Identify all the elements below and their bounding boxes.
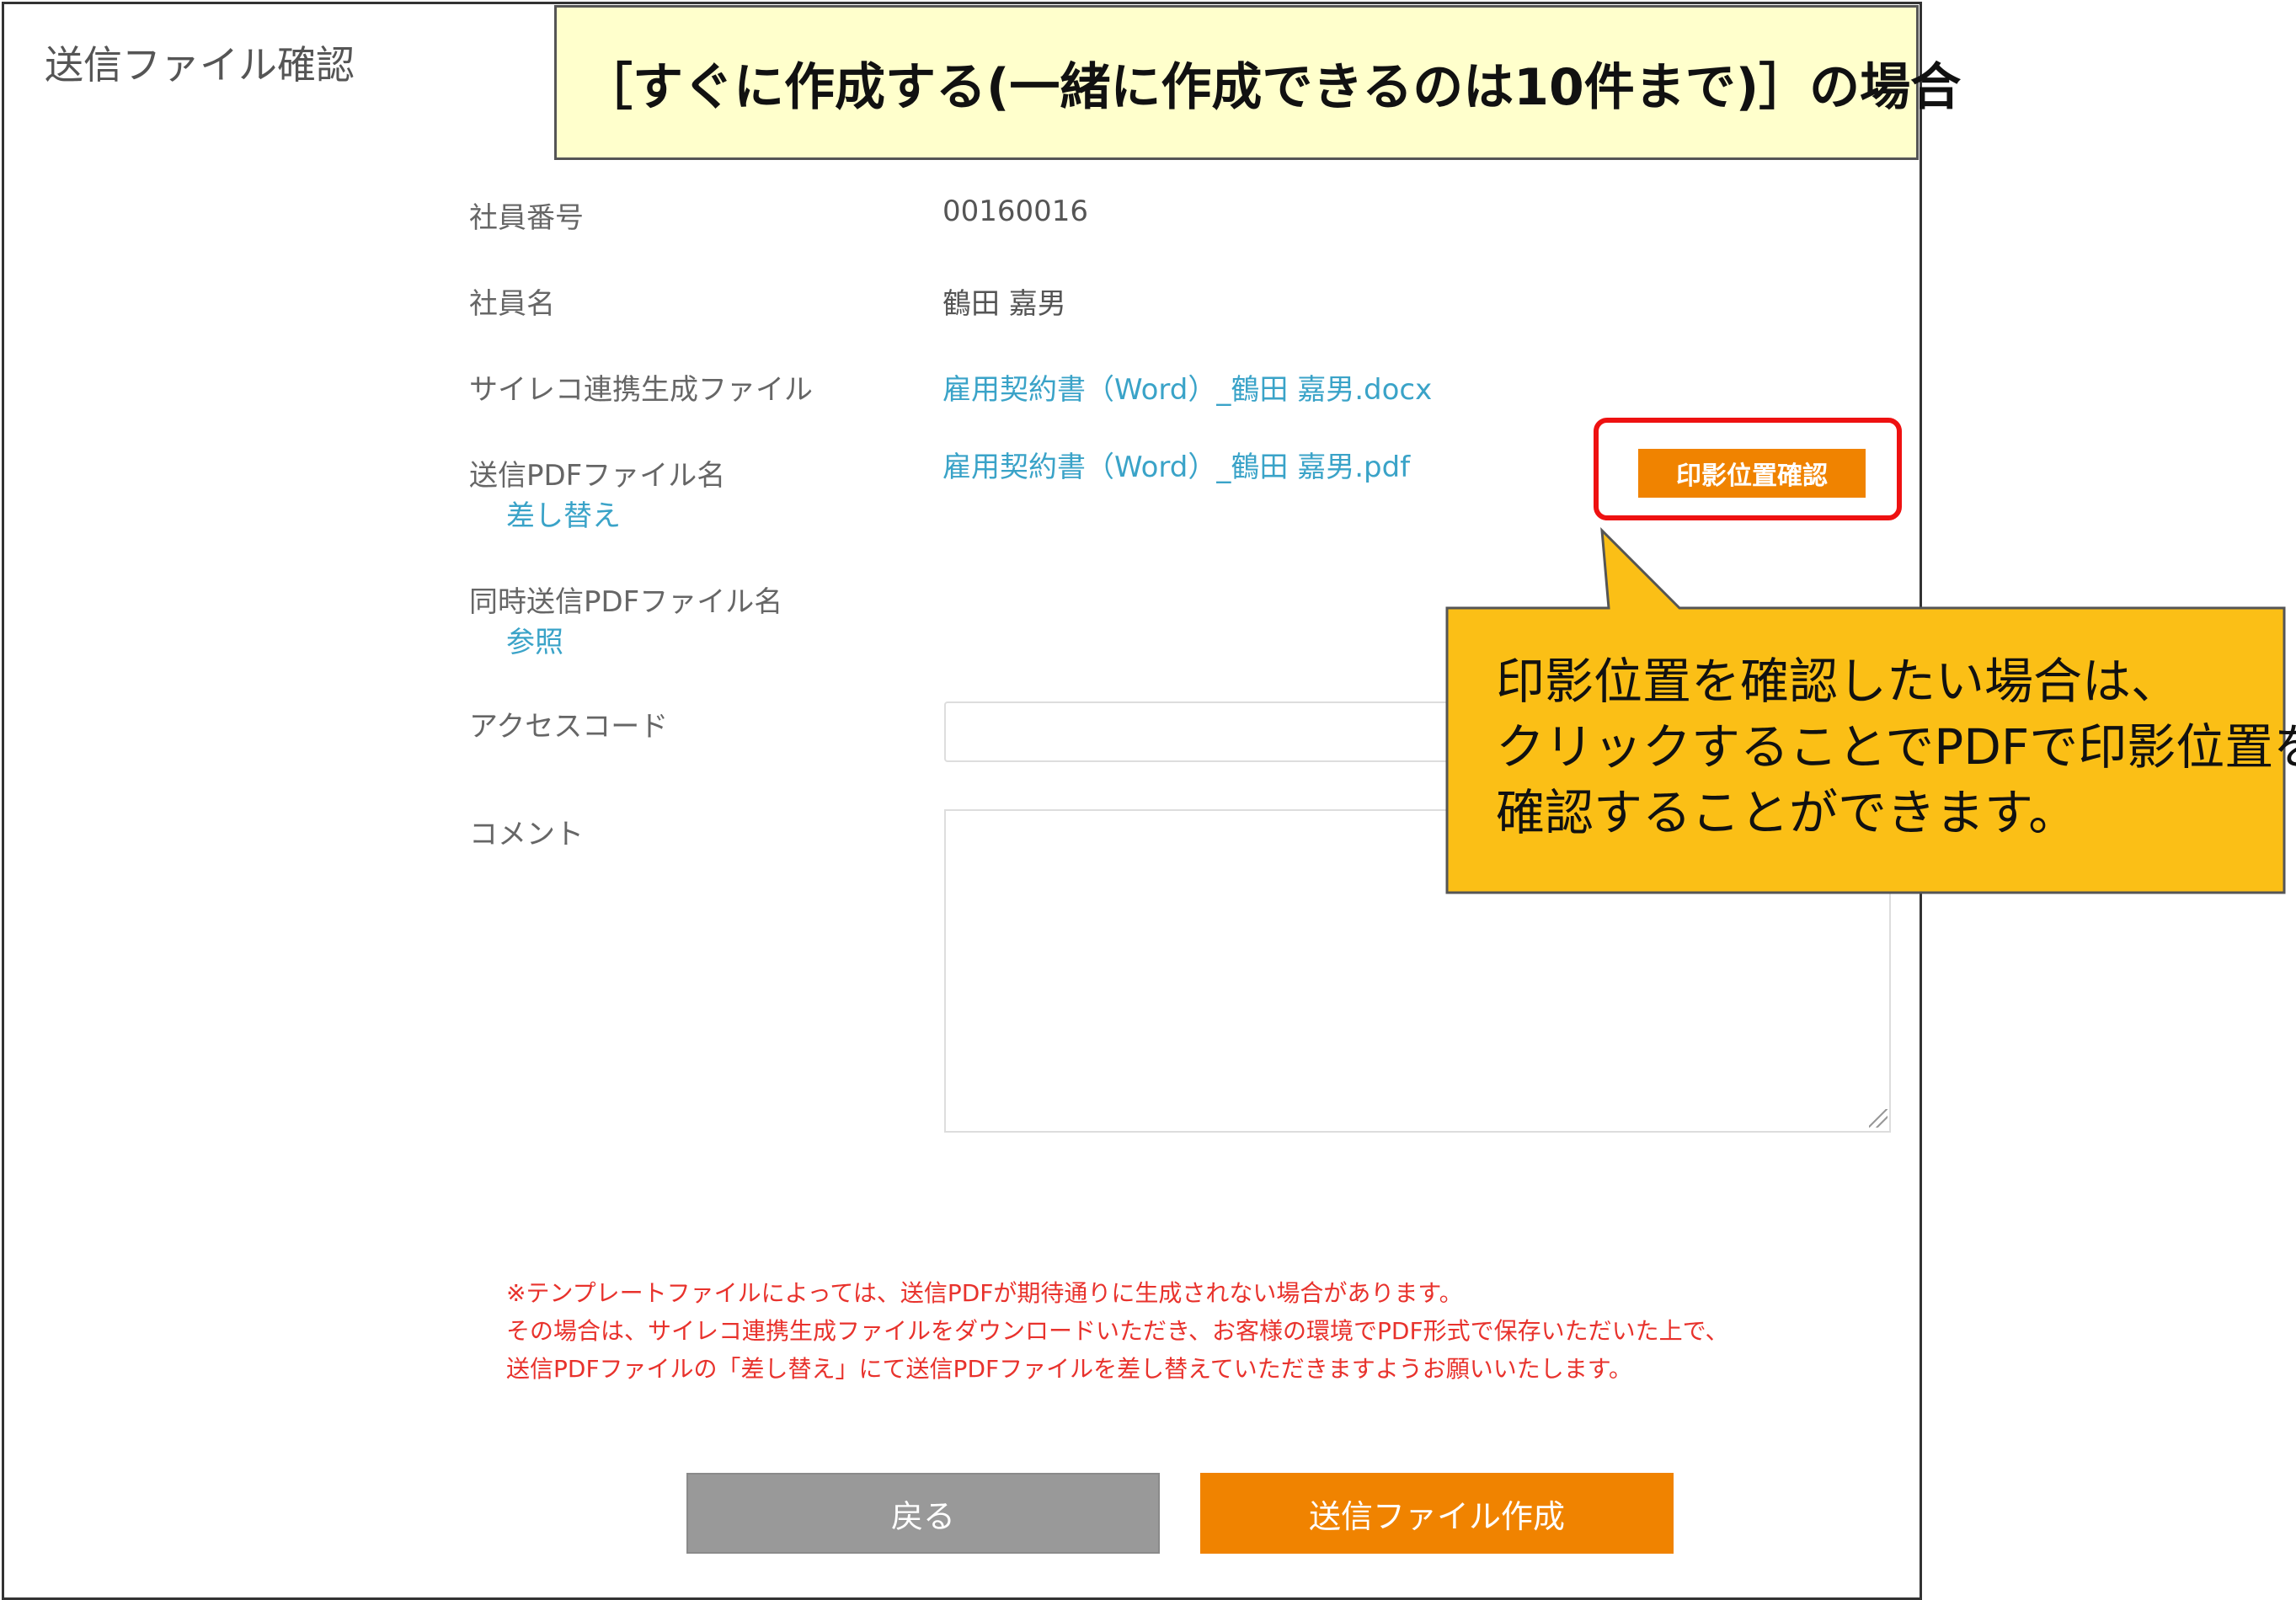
callout-line-1: 印影位置を確認したい場合は、 (1496, 653, 2181, 710)
callout-line-3: 確認することができます。 (1496, 784, 2078, 841)
callout-line-2: クリックすることでPDFで印影位置を (1496, 718, 2296, 776)
callout-text: 印影位置を確認したい場合は、 クリックすることでPDFで印影位置を 確認すること… (1496, 648, 2296, 845)
